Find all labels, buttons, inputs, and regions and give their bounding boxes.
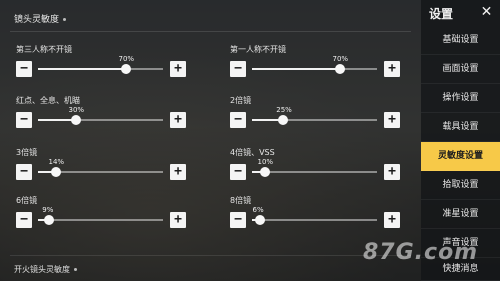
sidebar-item-pickup[interactable]: 拾取设置 <box>421 171 500 200</box>
divider <box>10 255 411 256</box>
slider-value: 70% <box>332 55 349 63</box>
setting-row: 2倍镜 − 25% + <box>222 95 402 135</box>
slider-track[interactable] <box>38 219 163 221</box>
setting-label: 第三人称不开镜 <box>16 45 72 54</box>
setting-row: 6倍镜 − 9% + <box>8 195 188 235</box>
settings-sidebar: 设置 ✕ 基础设置 画面设置 操作设置 载具设置 灵敏度设置 拾取设置 准星设置… <box>421 0 500 281</box>
slider-thumb[interactable] <box>278 115 289 125</box>
setting-row: 8倍镜 − 6% + <box>222 195 402 235</box>
decrease-button[interactable]: − <box>230 61 246 77</box>
decrease-button[interactable]: − <box>16 61 32 77</box>
decrease-button[interactable]: − <box>16 164 32 180</box>
slider-value: 14% <box>48 158 65 166</box>
slider-track[interactable] <box>252 171 377 173</box>
slider-fill <box>252 68 340 70</box>
setting-label: 红点、全息、机瞄 <box>16 96 80 105</box>
slider-value: 70% <box>118 55 135 63</box>
decrease-button[interactable]: − <box>16 212 32 228</box>
section-dot-icon <box>63 18 67 21</box>
slider-thumb[interactable] <box>120 64 131 74</box>
slider-track[interactable] <box>252 68 377 70</box>
watermark-logo: 87G.com <box>363 240 479 265</box>
sensitivity-panel: 镜头灵敏度 第三人称不开镜 − 70% + 第一人称不开镜 − 70% + 红点… <box>0 0 421 281</box>
setting-row: 3倍镜 − 14% + <box>8 147 188 187</box>
slider-track[interactable] <box>252 219 377 221</box>
setting-label: 8倍镜 <box>230 196 252 205</box>
slider-thumb[interactable] <box>259 167 270 177</box>
sidebar-header: 设置 ✕ <box>421 0 500 26</box>
setting-label: 3倍镜 <box>16 148 38 157</box>
setting-label: 4倍镜、VSS <box>230 148 275 157</box>
slider-track[interactable] <box>252 119 377 121</box>
increase-button[interactable]: + <box>170 61 186 77</box>
decrease-button[interactable]: − <box>230 212 246 228</box>
sidebar-item-sensitivity[interactable]: 灵敏度设置 <box>421 142 500 171</box>
fire-sensitivity-title[interactable]: 开火镜头灵敏度 <box>14 264 77 275</box>
setting-label: 第一人称不开镜 <box>230 45 286 54</box>
slider-track[interactable] <box>38 68 163 70</box>
section-title: 镜头灵敏度 <box>14 12 67 25</box>
sidebar-item-vehicle[interactable]: 载具设置 <box>421 113 500 142</box>
slider-fill <box>38 68 126 70</box>
setting-row: 第三人称不开镜 − 70% + <box>8 44 188 84</box>
slider-thumb[interactable] <box>254 215 265 225</box>
slider-thumb[interactable] <box>50 167 61 177</box>
increase-button[interactable]: + <box>170 112 186 128</box>
increase-button[interactable]: + <box>170 212 186 228</box>
slider-value: 30% <box>68 106 85 114</box>
decrease-button[interactable]: − <box>16 112 32 128</box>
decrease-button[interactable]: − <box>230 112 246 128</box>
slider-fill <box>38 119 76 121</box>
section-dot-icon <box>74 268 77 271</box>
slider-value: 6% <box>252 206 264 214</box>
sidebar-item-basic[interactable]: 基础设置 <box>421 26 500 55</box>
setting-row: 第一人称不开镜 − 70% + <box>222 44 402 84</box>
increase-button[interactable]: + <box>170 164 186 180</box>
slider-thumb[interactable] <box>334 64 345 74</box>
slider-value: 25% <box>276 106 292 114</box>
increase-button[interactable]: + <box>384 112 400 128</box>
slider-value: 10% <box>257 158 274 166</box>
sidebar-item-graphics[interactable]: 画面设置 <box>421 55 500 84</box>
setting-label: 2倍镜 <box>230 96 252 105</box>
slider-value: 9% <box>42 206 54 214</box>
sidebar-title: 设置 <box>429 7 454 21</box>
setting-label: 6倍镜 <box>16 196 38 205</box>
sidebar-item-controls[interactable]: 操作设置 <box>421 84 500 113</box>
divider <box>10 31 411 32</box>
slider-thumb[interactable] <box>44 215 55 225</box>
setting-row: 红点、全息、机瞄 − 30% + <box>8 95 188 135</box>
increase-button[interactable]: + <box>384 61 400 77</box>
increase-button[interactable]: + <box>384 164 400 180</box>
slider-track[interactable] <box>38 119 163 121</box>
sidebar-item-crosshair[interactable]: 准星设置 <box>421 200 500 229</box>
increase-button[interactable]: + <box>384 212 400 228</box>
setting-row: 4倍镜、VSS − 10% + <box>222 147 402 187</box>
close-icon[interactable]: ✕ <box>479 5 494 20</box>
decrease-button[interactable]: − <box>230 164 246 180</box>
slider-thumb[interactable] <box>70 115 81 125</box>
